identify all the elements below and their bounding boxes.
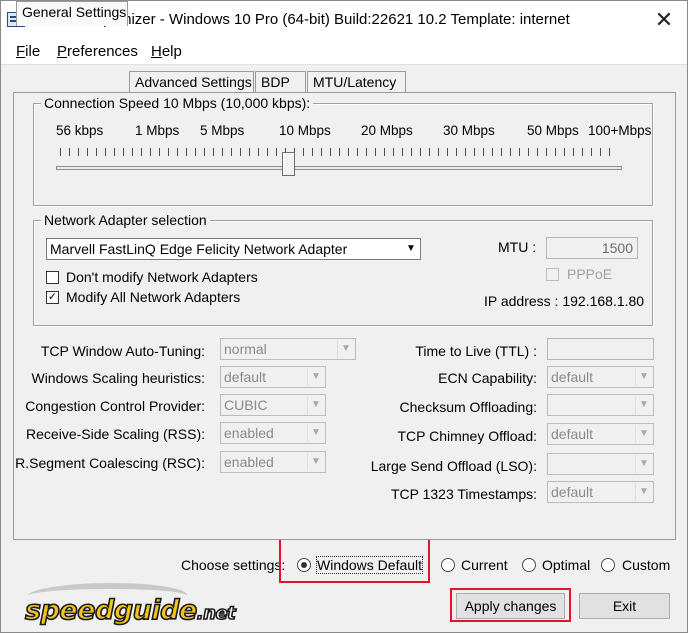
ttl-label: Time to Live (TTL) :	[415, 343, 537, 359]
speed-tick-label: 50 Mbps	[527, 123, 579, 138]
chevron-down-icon: ▼	[635, 396, 652, 414]
speed-slider[interactable]	[56, 166, 622, 170]
radio-optimal-label[interactable]: Optimal	[542, 557, 590, 573]
tcp-chimney-label: TCP Chimney Offload:	[397, 428, 537, 444]
menu-preferences-accel: P	[57, 43, 68, 60]
chevron-down-icon: ▼	[307, 396, 324, 414]
speed-slider-ticks	[60, 148, 618, 156]
menu-preferences-label: references	[67, 43, 138, 60]
menu-help[interactable]: Help	[151, 43, 182, 60]
general-settings-panel: Connection Speed 10 Mbps (10,000 kbps): …	[13, 92, 676, 540]
timestamps-value: default	[551, 484, 594, 500]
rss-select[interactable]: enabled ▼	[220, 422, 326, 444]
chevron-down-icon: ▼	[307, 453, 324, 471]
radio-custom-label[interactable]: Custom	[622, 557, 670, 573]
radio-windows-default[interactable]	[297, 558, 311, 572]
tcp-chimney-value: default	[551, 426, 594, 442]
chevron-down-icon: ▼	[635, 425, 652, 443]
chevron-down-icon: ▼	[635, 368, 652, 386]
ecn-select[interactable]: default ▼	[547, 366, 654, 388]
adapter-selected-value: Marvell FastLinQ Edge Felicity Network A…	[50, 241, 348, 257]
dont-modify-label: Don't modify Network Adapters	[66, 269, 258, 285]
modify-all-label: Modify All Network Adapters	[66, 289, 241, 305]
checksum-offloading-select[interactable]: ▼	[547, 394, 654, 416]
speed-tick-label: 5 Mbps	[200, 123, 245, 138]
speed-tick-label: 1 Mbps	[135, 123, 180, 138]
tcp-window-autotuning-label: TCP Window Auto-Tuning:	[40, 343, 205, 359]
radio-current-label[interactable]: Current	[461, 557, 508, 573]
congestion-control-label: Congestion Control Provider:	[25, 398, 205, 414]
windows-scaling-select[interactable]: default ▼	[220, 366, 326, 388]
rss-label: Receive-Side Scaling (RSS):	[26, 426, 205, 442]
lso-select[interactable]: ▼	[547, 453, 654, 475]
chevron-down-icon: ▼	[635, 455, 652, 473]
chevron-down-icon: ▼	[307, 424, 324, 442]
menu-help-accel: H	[151, 43, 162, 60]
rsc-select[interactable]: enabled ▼	[220, 451, 326, 473]
modify-all-checkbox[interactable]: ✓	[46, 291, 59, 304]
pppoe-checkbox[interactable]	[546, 268, 559, 281]
windows-scaling-value: default	[224, 369, 267, 385]
menu-file[interactable]: File	[16, 43, 40, 60]
menu-file-accel: F	[16, 43, 26, 60]
timestamps-select[interactable]: default ▼	[547, 481, 654, 503]
tcp-window-autotuning-value: normal	[224, 341, 267, 357]
connection-speed-label: Connection Speed 10 Mbps (10,000 kbps):	[41, 95, 314, 111]
tcp-window-autotuning-select[interactable]: normal ▼	[220, 338, 356, 360]
mtu-label: MTU :	[498, 239, 537, 255]
speed-tick-label: 56 kbps	[56, 123, 104, 138]
rss-value: enabled	[224, 425, 274, 441]
congestion-control-value: CUBIC	[224, 397, 268, 413]
network-adapter-group: Network Adapter selection Marvell FastLi…	[33, 212, 653, 326]
ecn-value: default	[551, 369, 594, 385]
radio-optimal[interactable]	[522, 558, 536, 572]
rsc-label: R.Segment Coalescing (RSC):	[15, 455, 205, 471]
speed-tick-label: 20 Mbps	[361, 123, 413, 138]
ip-address-label: IP address : 192.168.1.80	[484, 293, 645, 309]
lso-label: Large Send Offload (LSO):	[370, 458, 537, 474]
speed-tick-label: 100+Mbps	[588, 123, 652, 138]
tcp-chimney-select[interactable]: default ▼	[547, 423, 654, 445]
timestamps-label: TCP 1323 Timestamps:	[390, 486, 537, 502]
radio-custom[interactable]	[601, 558, 615, 572]
tab-bdp[interactable]: BDP	[255, 71, 306, 93]
chevron-down-icon: ▼	[337, 340, 354, 358]
radio-current[interactable]	[441, 558, 455, 572]
dont-modify-checkbox[interactable]	[46, 271, 59, 284]
apply-changes-button[interactable]: Apply changes	[456, 593, 565, 619]
logo-text-main: speedguide	[24, 594, 198, 627]
chevron-down-icon: ▼	[307, 368, 324, 386]
menu-help-label: elp	[161, 43, 182, 60]
chevron-down-icon: ▼	[402, 240, 419, 258]
pppoe-label: PPPoE	[567, 266, 613, 282]
rsc-value: enabled	[224, 454, 274, 470]
checksum-offloading-label: Checksum Offloading:	[399, 399, 537, 415]
exit-button[interactable]: Exit	[579, 593, 670, 619]
adapter-dropdown[interactable]: Marvell FastLinQ Edge Felicity Network A…	[46, 238, 421, 260]
network-adapter-label: Network Adapter selection	[41, 212, 210, 228]
tab-advanced-settings[interactable]: Advanced Settings	[129, 71, 254, 93]
ecn-label: ECN Capability:	[438, 370, 537, 386]
speed-slider-thumb[interactable]	[282, 152, 296, 176]
chevron-down-icon: ▼	[635, 483, 652, 501]
speed-tick-label: 10 Mbps	[279, 123, 331, 138]
speedguide-logo: speedguide.net	[22, 579, 295, 629]
close-window-button[interactable]: ✕	[641, 1, 687, 39]
radio-windows-default-label[interactable]: Windows Default	[315, 556, 424, 574]
congestion-control-select[interactable]: CUBIC ▼	[220, 394, 326, 416]
tab-mtu-latency[interactable]: MTU/Latency	[307, 71, 406, 93]
choose-settings-label: Choose settings:	[181, 557, 286, 573]
logo-text: speedguide.net	[24, 594, 237, 627]
mtu-field[interactable]: 1500	[546, 237, 638, 259]
speed-tick-label: 30 Mbps	[443, 123, 495, 138]
windows-scaling-label: Windows Scaling heuristics:	[31, 370, 205, 386]
menu-bar: File Preferences Help	[1, 39, 687, 65]
connection-speed-group: Connection Speed 10 Mbps (10,000 kbps): …	[33, 95, 653, 206]
ttl-field[interactable]	[547, 338, 654, 360]
app-window: SG TCP Optimizer - Windows 10 Pro (64-bi…	[0, 0, 688, 633]
menu-file-label: ile	[25, 43, 41, 60]
menu-preferences[interactable]: Preferences	[57, 43, 138, 60]
tab-general-settings[interactable]: General Settings	[16, 1, 128, 26]
logo-text-suffix: .net	[196, 602, 237, 625]
